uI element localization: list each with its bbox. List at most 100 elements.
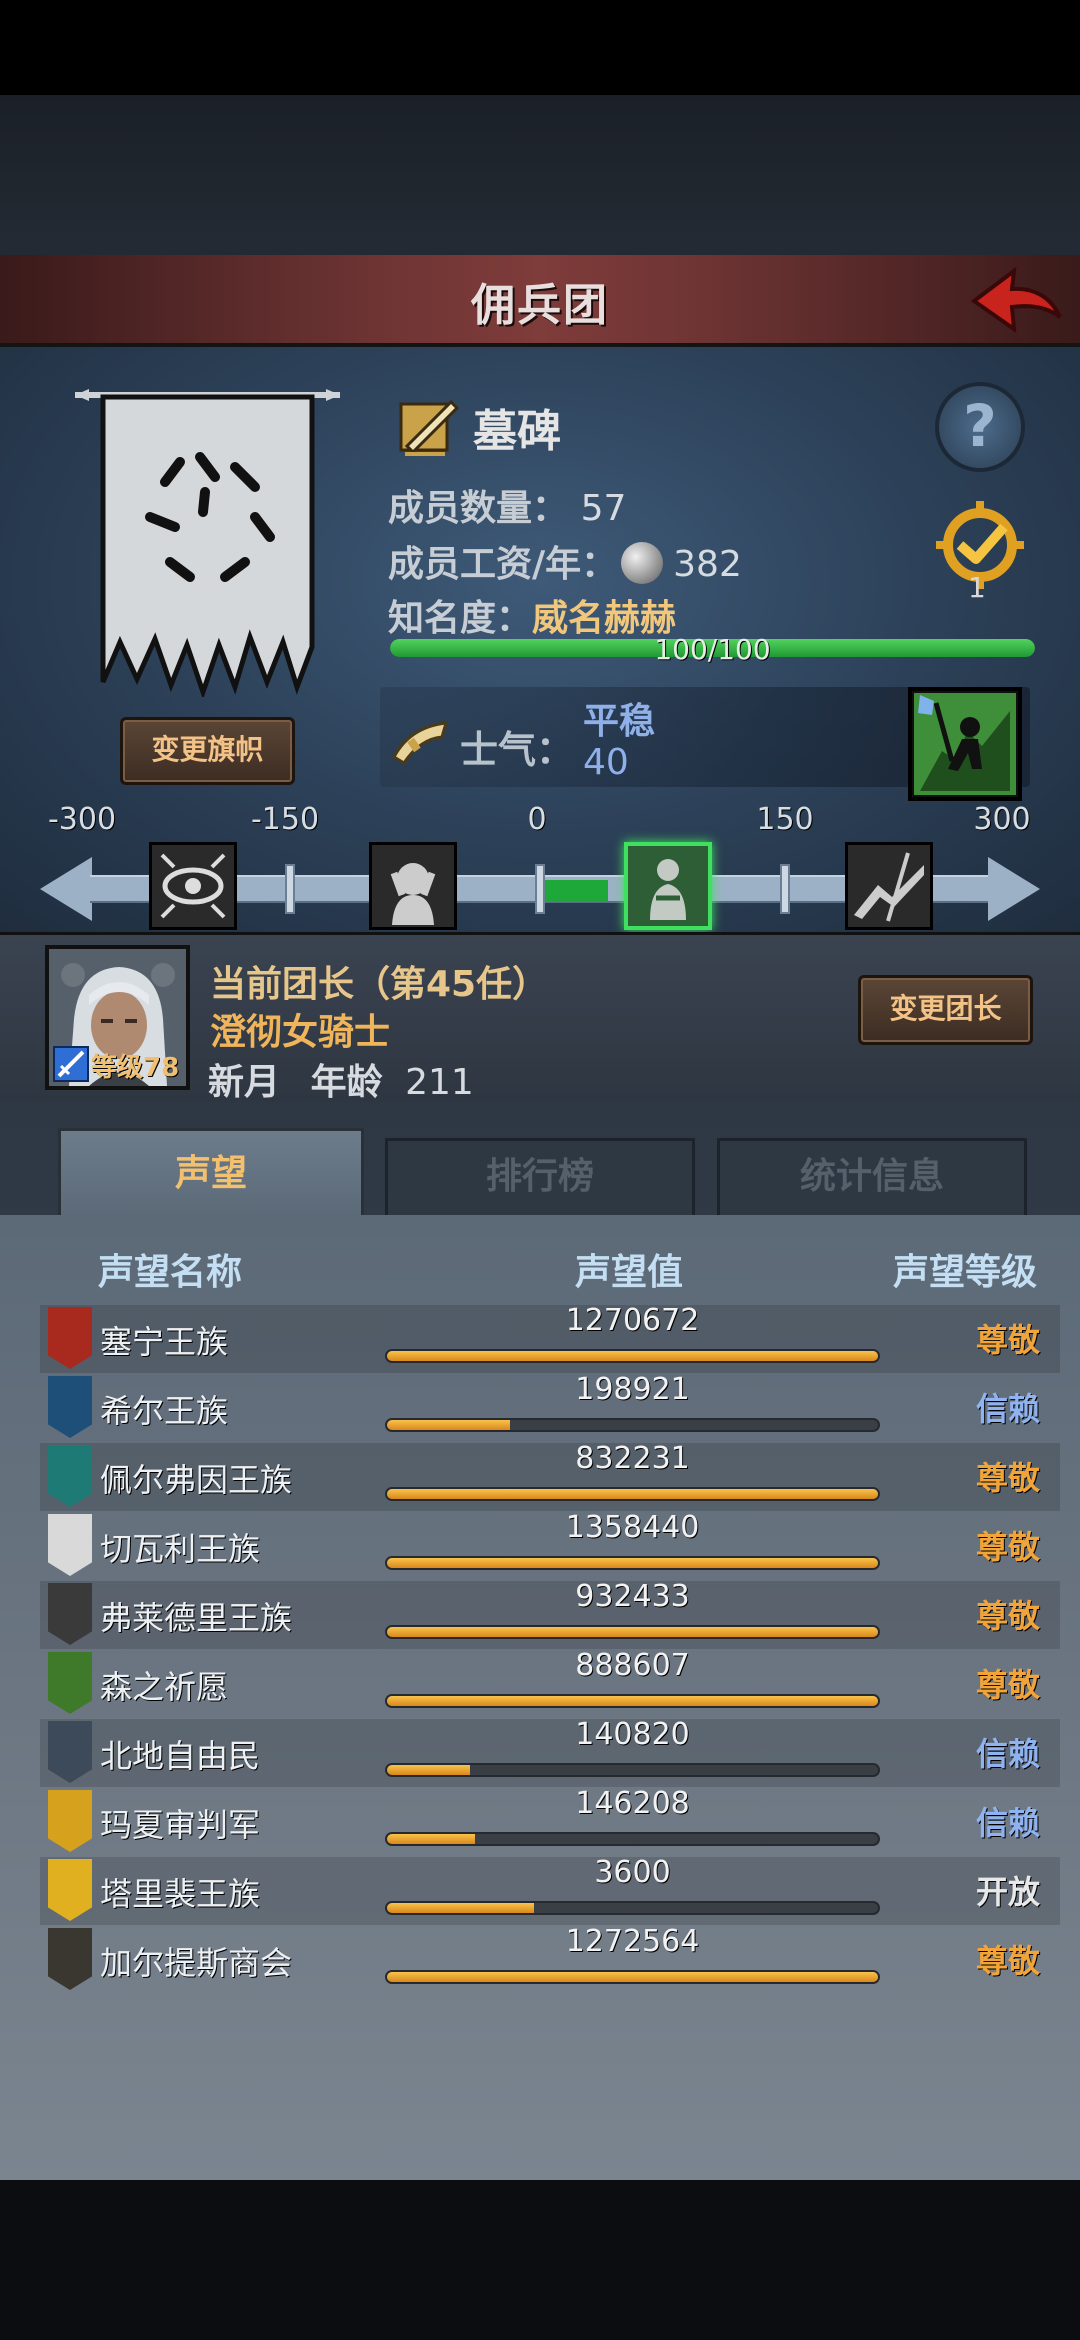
reputation-bar-fill [387,1627,878,1637]
age-label: 年龄 [310,1062,383,1103]
morale-charge-icon[interactable] [845,842,933,930]
faction-name: 希尔王族 [100,1392,229,1430]
leader-info: 新月 年龄 211 [208,1053,474,1105]
faction-name: 加尔提斯商会 [100,1944,293,1982]
scale-tick [535,864,545,914]
morale-calm-icon[interactable] [624,842,712,930]
leader-portrait[interactable]: 等级78 [45,945,190,1090]
table-row[interactable]: 北地自由民 140820 信赖 [40,1717,1060,1787]
table-row[interactable]: 森之祈愿 888607 尊敬 [40,1648,1060,1718]
morale-flag-icon[interactable] [908,687,1022,801]
reputation-value: 146208 [575,1786,690,1821]
quill-icon [399,399,460,456]
table-row[interactable]: 塞宁王族 1270672 尊敬 [40,1303,1060,1373]
scale-label-minus-150: -150 [250,802,320,837]
leader-title: 当前团长（第45任） [210,964,549,1005]
faction-name: 佩尔弗因王族 [100,1461,293,1499]
tab-bar: 声望 排行榜 统计信息 [0,1120,1080,1220]
scale-label-minus-300: -300 [47,802,117,837]
faction-name: 塔里裴王族 [100,1875,261,1913]
reputation-bar [385,1349,880,1363]
reputation-level: 信赖 [975,1390,1040,1428]
tab-statistics[interactable]: 统计信息 [717,1138,1027,1218]
reputation-bar-fill [387,1765,471,1775]
table-row[interactable]: 加尔提斯商会 1272564 尊敬 [40,1924,1060,1994]
reputation-value: 1270672 [565,1303,700,1338]
reputation-level: 尊敬 [975,1597,1040,1635]
faction-name: 北地自由民 [100,1737,261,1775]
reputation-level: 尊敬 [975,1528,1040,1566]
reputation-value: 3600 [594,1855,671,1890]
column-header-level: 声望等级 [893,1252,1038,1293]
reputation-level: 尊敬 [975,1459,1040,1497]
navigation-bar [0,2180,1080,2340]
tab-leaderboard[interactable]: 排行榜 [385,1138,695,1218]
reputation-bar [385,1694,880,1708]
leader-level: 等级78 [91,1053,180,1083]
reputation-value: 932433 [575,1579,690,1614]
help-button[interactable]: ? [935,382,1025,472]
reputation-bar-fill [387,1558,878,1568]
change-banner-button[interactable]: 变更旗帜 [120,717,295,785]
reputation-bar [385,1487,880,1501]
reputation-bar [385,1970,880,1984]
table-row[interactable]: 弗莱德里王族 932433 尊敬 [40,1579,1060,1649]
reputation-bar-fill [387,1696,878,1706]
reputation-level: 信赖 [975,1735,1040,1773]
guild-banner[interactable] [75,387,340,697]
reputation-value: 1272564 [565,1924,700,1959]
wage-stat: 成员工资/年： 382 [388,535,742,590]
silver-coin-icon [621,542,664,584]
table-row[interactable]: 希尔王族 198921 信赖 [40,1372,1060,1442]
change-leader-button[interactable]: 变更团长 [858,975,1033,1045]
reputation-level: 信赖 [975,1804,1040,1842]
faction-name: 塞宁王族 [100,1323,229,1361]
wage-value: 382 [673,544,742,585]
table-row[interactable]: 玛夏审判军 146208 信赖 [40,1786,1060,1856]
reputation-bar [385,1556,880,1570]
morale-eye-icon[interactable] [149,842,237,930]
faction-name: 森之祈愿 [100,1668,229,1706]
morale-indicator [540,880,608,902]
table-row[interactable]: 塔里裴王族 3600 开放 [40,1855,1060,1925]
faction-crest-icon [48,1307,92,1369]
status-bar [0,0,1080,95]
morale-label: 士气： [460,728,575,772]
guild-name: 墓碑 [473,406,561,457]
reputation-value: 1358440 [565,1510,700,1545]
scale-left-arrow [40,857,92,921]
target-count: 1 [968,571,986,604]
table-row[interactable]: 佩尔弗因王族 832231 尊敬 [40,1441,1060,1511]
morale-state: 平稳 [583,701,656,742]
leader-name: 澄彻女骑士 [210,1012,391,1053]
guild-name-row: 墓碑 [395,392,561,462]
page-header: 佣兵团 [0,255,1080,347]
scale-tick [285,864,295,914]
moon-phase: 新月 [208,1062,281,1103]
reputation-level: 开放 [975,1873,1040,1911]
scale-label-300: 300 [973,802,1031,837]
wage-label: 成员工资/年： [388,544,618,585]
reputation-value: 888607 [575,1648,690,1683]
morale-value: 40 [583,742,629,783]
table-row[interactable]: 切瓦利王族 1358440 尊敬 [40,1510,1060,1580]
reputation-table: 声望名称 声望值 声望等级 塞宁王族 1270672 尊敬 希尔王族 198921 信赖佩… [0,1215,1080,2180]
faction-name: 弗莱德里王族 [100,1599,293,1637]
faction-crest-icon [48,1652,92,1714]
reputation-bar [385,1901,880,1915]
morale-despair-icon[interactable] [369,842,457,930]
reputation-bar-fill [387,1489,878,1499]
faction-name: 切瓦利王族 [100,1530,261,1568]
reputation-value: 198921 [575,1372,690,1407]
members-value: 57 [580,488,627,529]
sword-icon [53,1046,89,1082]
age-value: 211 [405,1062,474,1103]
reputation-bar-fill [387,1351,878,1361]
reputation-bar [385,1418,880,1432]
reputation-bar-fill [387,1972,878,1982]
members-label: 成员数量： [388,488,569,529]
back-arrow-icon[interactable] [966,263,1066,339]
members-stat: 成员数量： 57 [388,479,626,531]
morale-scale: -300 -150 0 150 300 [40,802,1040,930]
tab-reputation[interactable]: 声望 [58,1128,364,1220]
